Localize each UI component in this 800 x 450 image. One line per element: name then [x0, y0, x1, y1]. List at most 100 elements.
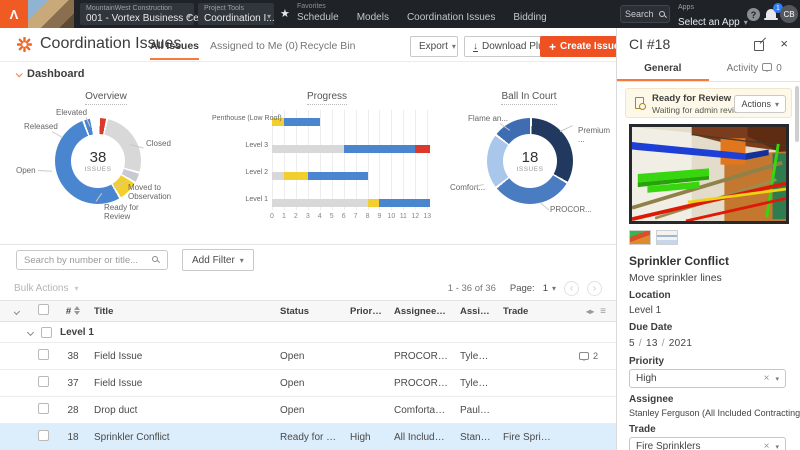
activity-count: 0	[776, 63, 782, 74]
bar-segment-closed	[272, 199, 368, 207]
column-header-assignee-company[interactable]: Assignee Company	[388, 306, 454, 317]
column-header-assignee[interactable]: Assignee	[454, 306, 497, 317]
due-date-value[interactable]: 5/13/2021	[629, 338, 692, 349]
banner-status: Ready for Review	[652, 93, 732, 104]
comment-count: 2	[592, 350, 598, 361]
cell-number: 38	[67, 350, 79, 362]
x-tick-label: 0	[270, 213, 274, 220]
search-input[interactable]	[16, 250, 168, 270]
due-month-field[interactable]: 5	[629, 338, 635, 349]
nav-item-bidding[interactable]: Bidding	[513, 12, 546, 23]
due-year-field[interactable]: 2021	[669, 338, 692, 349]
apps-selector[interactable]: Apps Select an App ▾	[678, 3, 748, 30]
progress-bar-level-2	[272, 172, 432, 180]
cell-assignee: Tyler F...	[460, 350, 497, 362]
cell-status: Open	[280, 377, 305, 389]
search-label: Search	[625, 9, 654, 19]
group-row-level-1[interactable]: Level 1	[0, 322, 616, 343]
tool-selector-label: Project Tools	[204, 5, 244, 12]
column-resize-icon[interactable]: ◂▸	[586, 307, 594, 316]
row-checkbox[interactable]	[38, 349, 49, 360]
due-day-field[interactable]: 13	[646, 338, 658, 349]
nav-item-schedule[interactable]: Schedule	[297, 12, 339, 23]
cell-status: Ready for Review	[280, 431, 344, 443]
overview-total: 38	[89, 149, 107, 166]
trade-select[interactable]: Fire Sprinklers × ▾	[629, 437, 786, 450]
clear-icon[interactable]: ×	[764, 373, 770, 384]
bulk-actions-button[interactable]: Bulk Actions ▾	[14, 283, 79, 294]
tab-general[interactable]: General	[617, 58, 709, 81]
nav-item-coordination-issues[interactable]: Coordination Issues	[407, 12, 495, 23]
comments-icon	[762, 63, 773, 72]
global-search-button[interactable]: Search	[620, 5, 670, 23]
clear-icon[interactable]: ×	[764, 441, 770, 450]
priority-select[interactable]: High × ▾	[629, 369, 786, 388]
snapshot-thumbnails	[629, 230, 678, 245]
column-header-status[interactable]: Status	[274, 306, 344, 317]
prev-page-button[interactable]: ‹	[564, 280, 579, 296]
row-checkbox[interactable]	[38, 376, 49, 387]
cell-title[interactable]: Field Issue	[88, 378, 274, 389]
column-header-number[interactable]: #	[58, 306, 88, 317]
project-tools-selector[interactable]: Project Tools Coordination I... ▾	[198, 3, 275, 25]
column-settings-icon[interactable]: ≡	[600, 306, 606, 317]
procore-logo-icon[interactable]: Λ	[0, 0, 28, 28]
plus-icon: +	[549, 39, 557, 54]
collapse-all-icon[interactable]	[14, 307, 21, 315]
detail-scrollbar[interactable]	[795, 86, 799, 142]
table-row-38[interactable]: 38 Field Issue Open PROCORE Te... Tyler F...…	[0, 343, 616, 370]
bulk-actions-label: Bulk Actions	[14, 282, 69, 294]
cell-status: Open	[280, 404, 305, 416]
tab-recycle-bin[interactable]: Recycle Bin	[300, 40, 355, 52]
tab-assigned-to-me[interactable]: Assigned to Me (0)	[210, 40, 298, 52]
group-checkbox[interactable]	[41, 326, 52, 338]
dashboard-section-toggle[interactable]: Dashboard	[15, 68, 84, 80]
sort-icon[interactable]	[74, 306, 81, 316]
add-filter-button[interactable]: Add Filter ▾	[182, 249, 254, 271]
trade-label: Trade	[629, 424, 656, 435]
x-tick-label: 5	[329, 213, 334, 220]
actions-button[interactable]: Actions ▾	[734, 95, 786, 113]
cell-title[interactable]: Field Issue	[88, 351, 274, 362]
favorite-star-icon[interactable]: ★	[280, 7, 290, 20]
table-row-37[interactable]: 37 Field Issue Open PROCORE Te... Tyler F...	[0, 370, 616, 397]
close-icon[interactable]: ×	[780, 36, 788, 51]
search-icon	[659, 11, 665, 17]
chevron-down-icon: ▾	[451, 42, 456, 51]
next-page-button[interactable]: ›	[587, 280, 602, 296]
tab-activity[interactable]: Activity 0	[709, 58, 800, 81]
company-project-selector[interactable]: MountainWest Construction 001 - Vortex B…	[80, 3, 213, 25]
column-header-priority[interactable]: Priority	[344, 306, 388, 317]
user-avatar[interactable]: CB	[780, 5, 798, 23]
cell-title[interactable]: Drop duct	[88, 405, 274, 416]
cell-number: 37	[67, 377, 79, 389]
cell-comments[interactable]: 2	[561, 351, 616, 362]
help-icon[interactable]: ?	[747, 8, 760, 21]
snapshot-thumbnail-1[interactable]	[629, 230, 651, 245]
chevron-down-icon: ▾	[774, 99, 779, 109]
progress-plot: 0 1 2 3 4 5 6 7 8 9 10 11 12 13	[270, 110, 432, 220]
column-header-title[interactable]: Title	[88, 306, 274, 317]
nav-item-models[interactable]: Models	[357, 12, 389, 23]
tab-all-issues[interactable]: All Issues	[150, 40, 200, 60]
column-header-trade[interactable]: Trade	[497, 306, 561, 317]
export-button[interactable]: Export ▾	[410, 36, 458, 57]
select-all-checkbox[interactable]	[38, 304, 49, 315]
notifications-bell-icon[interactable]: 1	[764, 3, 783, 20]
cell-number: 28	[67, 404, 79, 416]
table-row-18[interactable]: 18 Sprinkler Conflict Ready for Review High…	[0, 424, 616, 450]
leader-line	[559, 125, 573, 132]
snapshot-thumbnail-2[interactable]	[656, 230, 678, 245]
ball-in-court-chart-title: Ball In Court	[501, 91, 557, 105]
row-checkbox[interactable]	[38, 403, 49, 414]
chevron-down-icon[interactable]	[26, 328, 35, 336]
row-checkbox[interactable]	[38, 430, 49, 441]
segment-label-elevated: Elevated	[56, 108, 88, 117]
page-select[interactable]: 1 ▾	[543, 283, 556, 294]
open-in-new-icon[interactable]	[754, 41, 764, 51]
cell-title[interactable]: Sprinkler Conflict	[88, 432, 274, 443]
bim-snapshot-image[interactable]	[629, 124, 789, 224]
x-tick-label: 8	[365, 213, 370, 220]
bar-segment-open	[343, 145, 416, 153]
table-row-28[interactable]: 28 Drop duct Open Comfortable ... Paul Bl...	[0, 397, 616, 424]
